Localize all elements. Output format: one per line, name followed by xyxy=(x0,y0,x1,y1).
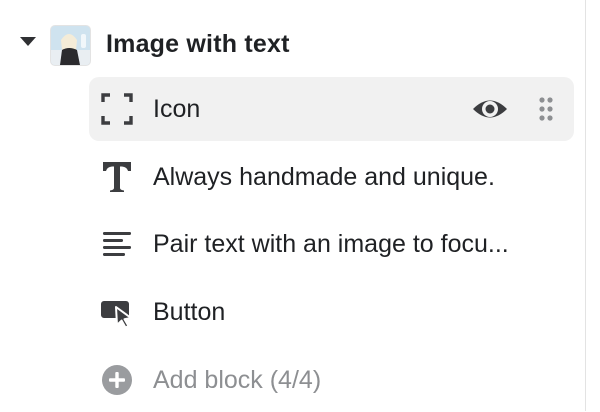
block-row-icon[interactable]: Icon xyxy=(89,77,574,141)
caret-down-icon[interactable] xyxy=(20,37,36,46)
section-header[interactable]: Image with text xyxy=(0,0,586,80)
plus-circle-icon xyxy=(99,362,135,398)
block-row-paragraph[interactable]: Pair text with an image to focu... xyxy=(89,212,574,276)
add-block-label: Add block (4/4) xyxy=(153,366,322,394)
eye-icon[interactable] xyxy=(471,93,509,125)
heading-text-icon xyxy=(99,159,135,195)
add-block-button[interactable]: Add block (4/4) xyxy=(89,348,574,412)
block-label: Always handmade and unique. xyxy=(153,163,495,191)
block-row-heading[interactable]: Always handmade and unique. xyxy=(89,145,574,209)
block-label: Pair text with an image to focu... xyxy=(153,230,509,258)
icon-placeholder-icon xyxy=(99,91,135,127)
block-row-button[interactable]: Button xyxy=(89,280,574,344)
block-label: Button xyxy=(153,298,226,326)
section-title: Image with text xyxy=(106,30,290,58)
image-thumbnail xyxy=(50,25,91,66)
block-label: Icon xyxy=(153,95,201,123)
paragraph-text-icon xyxy=(99,226,135,262)
button-cursor-icon xyxy=(99,294,135,330)
drag-handle-icon[interactable] xyxy=(538,96,554,122)
